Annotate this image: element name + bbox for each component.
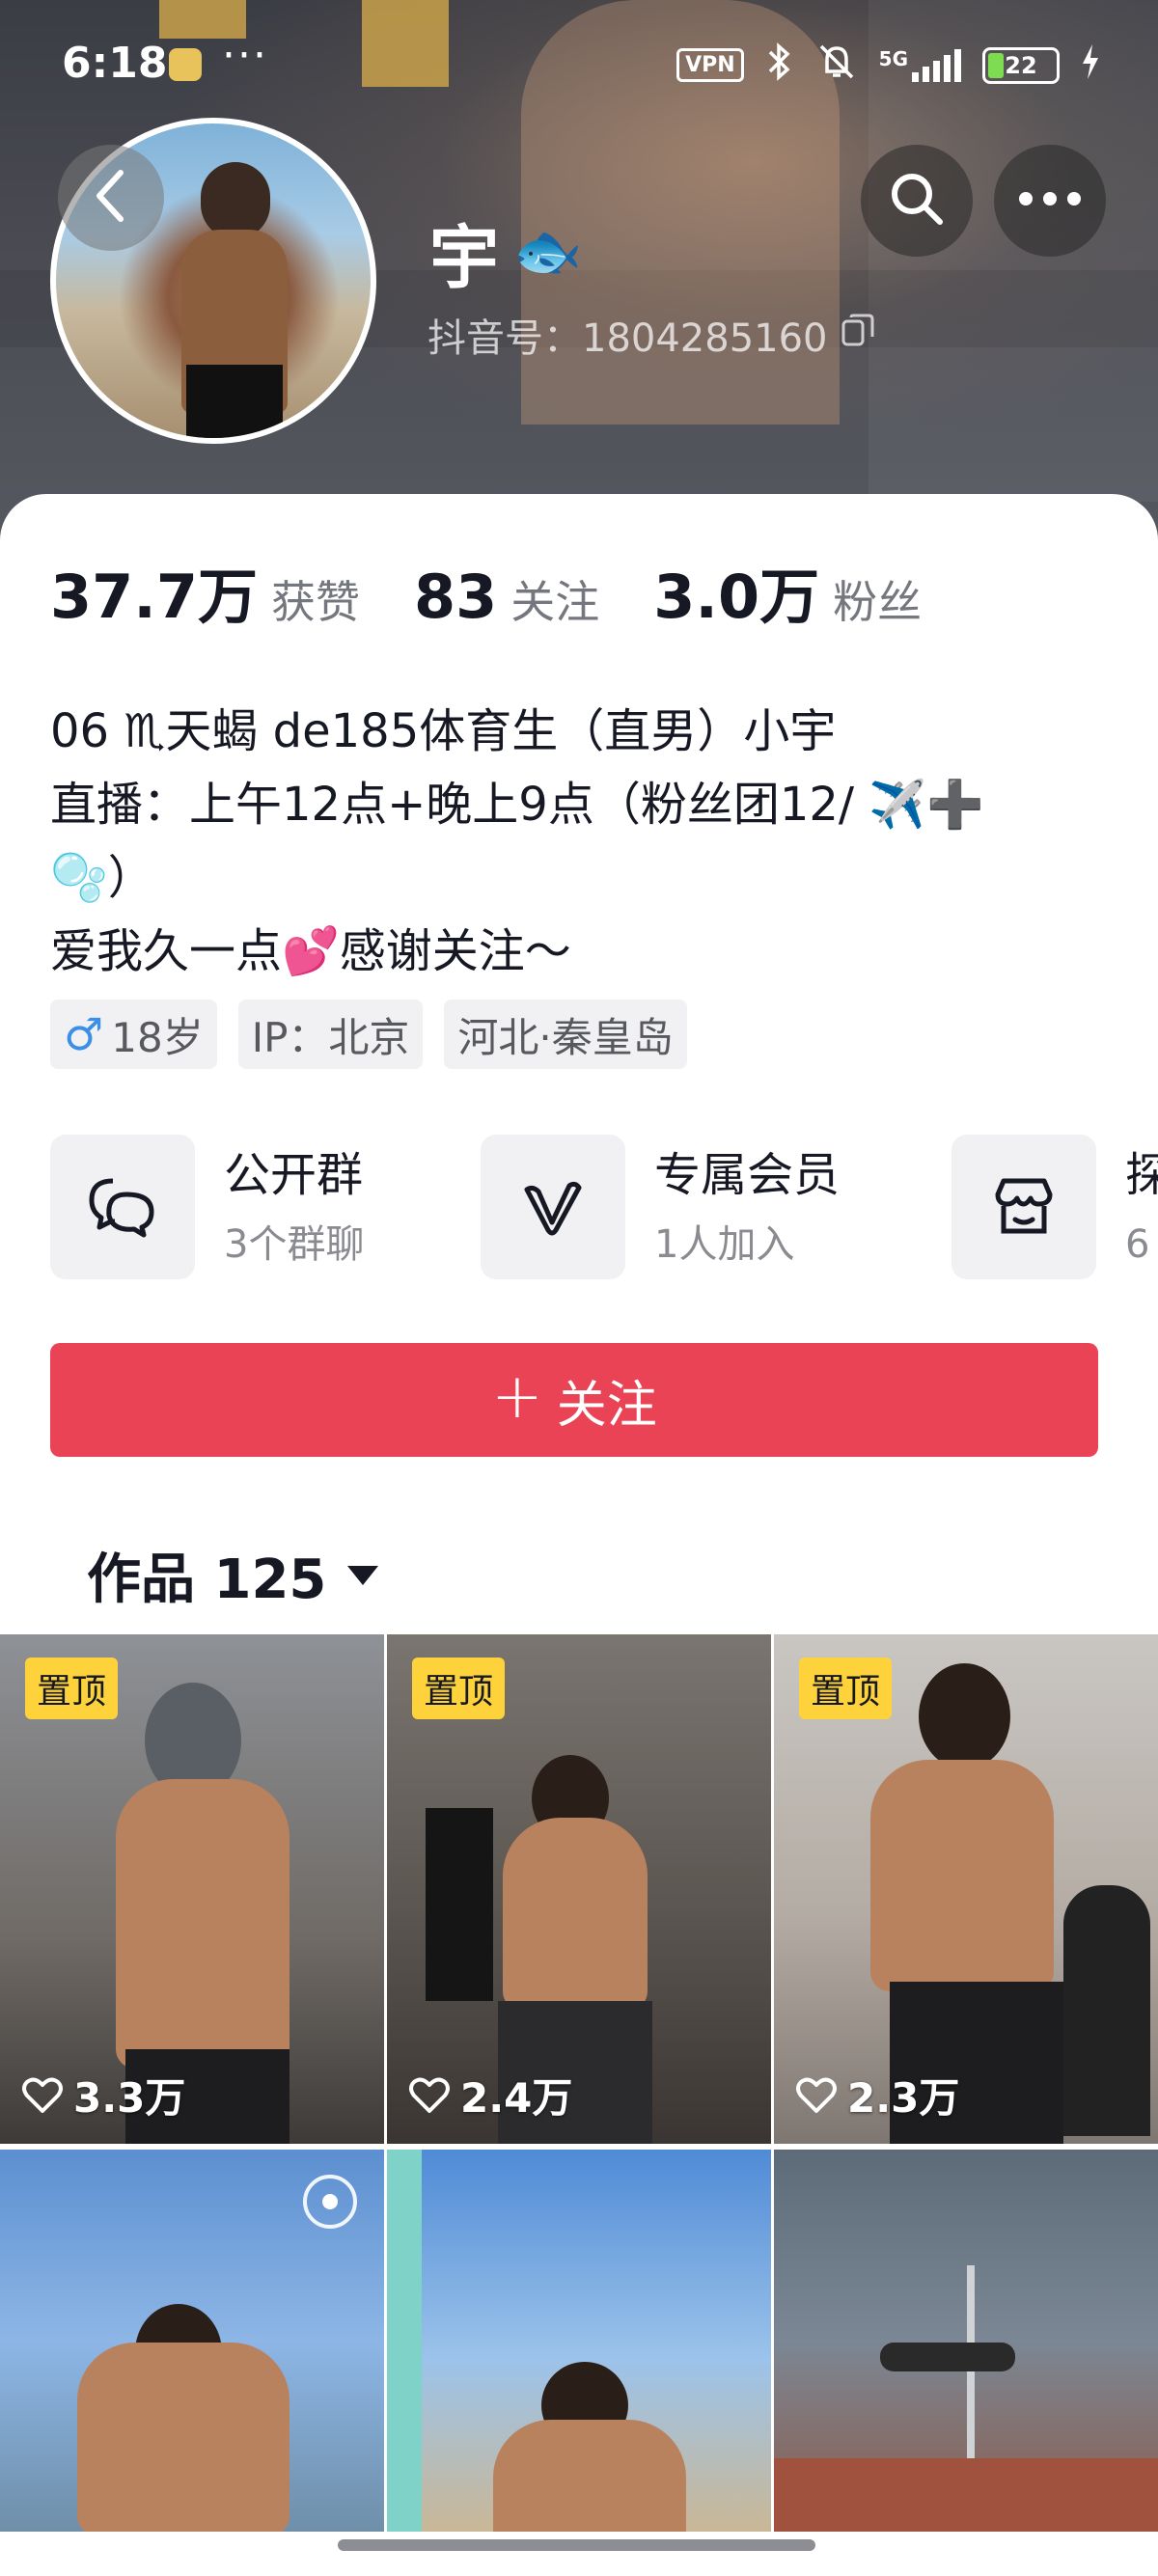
- bio-line: 直播：上午12点+晚上9点（粉丝团12/ ✈️➕: [50, 778, 984, 832]
- fish-emoji: 🐟: [512, 218, 583, 284]
- video-tile[interactable]: 置顶 3.3万: [0, 1634, 384, 2144]
- video-likes-count: 2.4万: [460, 2074, 573, 2122]
- service-membership[interactable]: 专属会员 1人加入: [481, 1135, 840, 1279]
- tab-works-label: 作品 125: [87, 1548, 327, 1611]
- follow-button-label: 关注: [556, 1376, 657, 1435]
- douyin-id[interactable]: 抖音号：1804285160: [427, 307, 876, 363]
- tag-location-text: 河北·秦皇岛: [457, 1013, 674, 1061]
- video-tile[interactable]: 置顶 2.3万: [774, 1634, 1158, 2144]
- bio-line: 06 ♏天蝎 de185体育生（直男）小宇: [50, 704, 837, 758]
- pinned-badge: 置顶: [799, 1658, 893, 1719]
- network-type: 5G: [878, 46, 908, 70]
- tag-ip: IP：北京: [237, 1000, 424, 1069]
- video-likes: 2.4万: [408, 2066, 572, 2124]
- service-subtitle: 3个群聊: [224, 1222, 365, 1267]
- tag-ip-text: IP：北京: [251, 1013, 410, 1061]
- stat-likes-count: 37.7万: [50, 562, 258, 632]
- video-likes: 2.3万: [795, 2066, 959, 2124]
- profile-name: 宇 🐟: [429, 201, 582, 302]
- back-arrow-icon: [90, 167, 132, 229]
- live-icon: [303, 2175, 357, 2229]
- service-public-group[interactable]: 公开群 3个群聊: [50, 1135, 364, 1279]
- stats-row: 37.7万 获赞 83 关注 3.0万 粉丝: [50, 548, 976, 635]
- search-icon: [886, 168, 948, 233]
- stat-following-count: 83: [413, 562, 498, 632]
- more-dots-icon: [1016, 189, 1084, 212]
- tab-works[interactable]: 作品 125: [87, 1536, 379, 1614]
- status-bar: 6:18 ··· VPN 5G 22: [0, 0, 1158, 116]
- stat-likes[interactable]: 37.7万 获赞: [50, 548, 360, 635]
- copy-icon[interactable]: [840, 312, 876, 358]
- heart-icon: [409, 2077, 450, 2113]
- bio: 06 ♏天蝎 de185体育生（直男）小宇 直播：上午12点+晚上9点（粉丝团1…: [50, 695, 1112, 988]
- service-subtitle: 1人加入: [654, 1222, 795, 1267]
- video-tile[interactable]: [0, 2150, 384, 2532]
- vpn-icon: VPN: [676, 48, 744, 82]
- status-time: 6:18: [62, 39, 168, 88]
- tag-location: 河北·秦皇岛: [444, 1000, 687, 1069]
- video-tile[interactable]: 置顶 2.4万: [387, 1634, 771, 2144]
- store-icon: [951, 1135, 1096, 1279]
- stat-following-label: 关注: [510, 576, 600, 628]
- service-subtitle: 6: [1125, 1222, 1150, 1267]
- more-button[interactable]: [994, 145, 1106, 257]
- back-button[interactable]: [58, 145, 164, 251]
- heart-icon: [22, 2077, 63, 2113]
- stat-followers-label: 粉丝: [833, 576, 923, 628]
- home-indicator[interactable]: [338, 2539, 815, 2551]
- pinned-badge: 置顶: [412, 1658, 506, 1719]
- profile-tags: ♂ 18岁 IP：北京 河北·秦皇岛: [50, 1000, 687, 1069]
- service-title: 公开群: [224, 1148, 364, 1202]
- service-title: 探: [1125, 1148, 1158, 1202]
- stat-followers[interactable]: 3.0万 粉丝: [653, 548, 922, 635]
- charging-icon: [1081, 42, 1100, 88]
- profile-name-text: 宇: [429, 217, 500, 298]
- v-badge-icon: [481, 1135, 625, 1279]
- video-likes-count: 2.3万: [847, 2074, 960, 2122]
- search-button[interactable]: [861, 145, 973, 257]
- bluetooth-icon: [765, 42, 794, 88]
- caret-down-icon: [347, 1565, 379, 1585]
- stat-following[interactable]: 83 关注: [414, 562, 599, 632]
- chat-bubbles-icon: [50, 1135, 195, 1279]
- video-tile[interactable]: [774, 2150, 1158, 2532]
- services-row: 公开群 3个群聊 专属会员 1人加入 探 6: [50, 1135, 1158, 1289]
- video-tile[interactable]: [387, 2150, 771, 2532]
- bio-line: 爱我久一点💕感谢关注～: [50, 924, 571, 978]
- video-likes-count: 3.3万: [73, 2074, 186, 2122]
- battery-icon: 22: [982, 46, 1060, 84]
- video-likes: 3.3万: [21, 2066, 185, 2124]
- pinned-badge: 置顶: [25, 1658, 119, 1719]
- plus-icon: +: [491, 1361, 543, 1433]
- status-more: ···: [222, 31, 268, 80]
- stat-followers-count: 3.0万: [653, 562, 820, 632]
- tag-age-text: 18岁: [111, 1013, 204, 1061]
- service-title: 专属会员: [654, 1148, 841, 1202]
- signal-icon: 5G: [878, 46, 961, 82]
- bio-line: 🫧）: [50, 851, 154, 905]
- shield-icon: [169, 48, 202, 81]
- tag-age: ♂ 18岁: [50, 1000, 217, 1069]
- stat-likes-label: 获赞: [270, 576, 360, 628]
- douyin-id-text: 抖音号：1804285160: [427, 316, 828, 361]
- follow-button[interactable]: + 关注: [50, 1343, 1098, 1457]
- mute-bell-icon: [815, 42, 858, 88]
- service-store[interactable]: 探 6: [951, 1135, 1158, 1279]
- video-grid: 置顶 3.3万 置顶 2.4万 置顶 2.3万: [0, 1634, 1158, 2532]
- heart-icon: [796, 2077, 837, 2113]
- battery-level: 22: [1005, 51, 1037, 79]
- male-icon: ♂: [64, 1008, 104, 1060]
- status-right: VPN 5G 22: [676, 42, 1100, 88]
